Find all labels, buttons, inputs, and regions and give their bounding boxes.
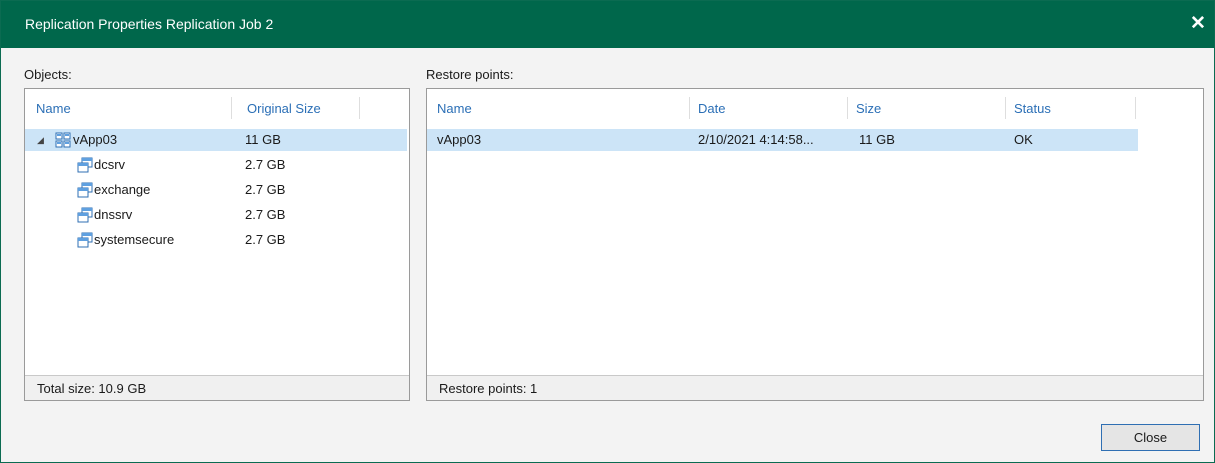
tree-row-dcsrv[interactable]: dcsrv 2.7 GB xyxy=(25,154,407,176)
close-icon[interactable]: ✕ xyxy=(1188,14,1208,34)
object-name: vApp03 xyxy=(73,132,118,147)
column-header-original-size[interactable]: Original Size xyxy=(247,101,321,116)
restore-points-footer: Restore points: 1 xyxy=(427,375,1203,400)
object-name: exchange xyxy=(94,182,151,197)
restore-point-size: 11 GB xyxy=(859,132,895,147)
restore-points-list[interactable]: Name Date Size Status vApp03 2/10/2021 4… xyxy=(426,88,1204,401)
column-divider[interactable] xyxy=(847,97,848,119)
column-header-name[interactable]: Name xyxy=(36,101,71,116)
column-header-date[interactable]: Date xyxy=(698,101,725,116)
objects-footer: Total size: 10.9 GB xyxy=(25,375,409,400)
object-name: dnssrv xyxy=(94,207,133,222)
column-divider[interactable] xyxy=(359,97,360,119)
dialog-title: Replication Properties Replication Job 2 xyxy=(25,16,274,32)
column-divider[interactable] xyxy=(231,97,232,119)
object-size: 2.7 GB xyxy=(245,232,286,247)
column-divider[interactable] xyxy=(689,97,690,119)
column-header-status[interactable]: Status xyxy=(1014,101,1051,116)
column-divider[interactable] xyxy=(1005,97,1006,119)
object-size: 2.7 GB xyxy=(245,157,286,172)
vm-icon xyxy=(77,157,93,173)
vm-icon xyxy=(77,182,93,198)
vapp-icon xyxy=(55,132,71,148)
objects-list[interactable]: Name Original Size ◢ vApp03 11 GB dcsrv … xyxy=(24,88,410,401)
title-bar: Replication Properties Replication Job 2… xyxy=(1,1,1214,48)
tree-row-exchange[interactable]: exchange 2.7 GB xyxy=(25,179,407,201)
object-size: 2.7 GB xyxy=(245,182,286,197)
total-size-label: Total size: 10.9 GB xyxy=(37,381,147,396)
tree-row-systemsecure[interactable]: systemsecure 2.7 GB xyxy=(25,229,407,251)
restore-point-status: OK xyxy=(1014,132,1033,147)
vm-icon xyxy=(77,207,93,223)
column-header-name[interactable]: Name xyxy=(437,101,472,116)
object-size: 2.7 GB xyxy=(245,207,286,222)
close-button[interactable]: Close xyxy=(1101,424,1200,451)
vm-icon xyxy=(77,232,93,248)
object-name: dcsrv xyxy=(94,157,126,172)
restore-point-date: 2/10/2021 4:14:58... xyxy=(698,132,814,147)
restore-point-row[interactable]: vApp03 2/10/2021 4:14:58... 11 GB OK xyxy=(427,129,1138,151)
column-divider[interactable] xyxy=(1135,97,1136,119)
object-size: 11 GB xyxy=(245,132,281,147)
expand-collapse-icon[interactable]: ◢ xyxy=(37,135,44,146)
restore-point-name: vApp03 xyxy=(437,132,482,147)
objects-label: Objects: xyxy=(24,67,72,82)
object-name: systemsecure xyxy=(94,232,175,247)
column-header-size[interactable]: Size xyxy=(856,101,881,116)
tree-row-vapp03[interactable]: ◢ vApp03 11 GB xyxy=(25,129,407,151)
restore-points-label: Restore points: xyxy=(426,67,514,82)
restore-points-count: Restore points: 1 xyxy=(439,381,538,396)
replication-properties-dialog: Replication Properties Replication Job 2… xyxy=(0,0,1215,463)
tree-row-dnssrv[interactable]: dnssrv 2.7 GB xyxy=(25,204,407,226)
